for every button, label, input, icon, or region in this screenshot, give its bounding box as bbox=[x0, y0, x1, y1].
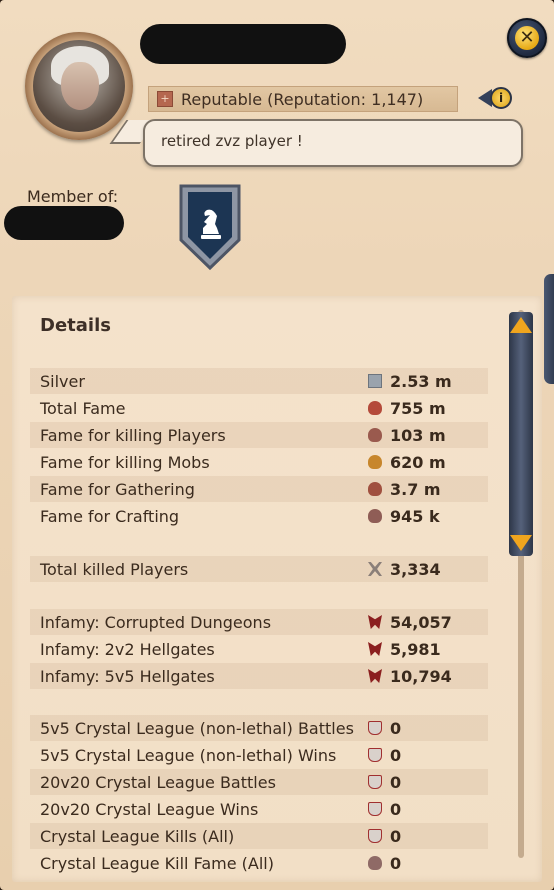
arrow-down-icon bbox=[510, 535, 532, 551]
stat-label: Crystal League Kills (All) bbox=[40, 827, 235, 846]
stat-label: Total killed Players bbox=[40, 560, 189, 579]
panel-edge-ornament bbox=[544, 274, 554, 384]
motto-text: retired zvz player ! bbox=[161, 132, 303, 150]
stat-label: Infamy: 2v2 Hellgates bbox=[40, 640, 215, 659]
guild-shield-icon[interactable] bbox=[177, 180, 243, 272]
stat-value: 0 bbox=[390, 827, 402, 846]
silver-icon bbox=[368, 374, 382, 388]
stat-value: 755 m bbox=[390, 399, 446, 418]
redacted-guild-name bbox=[4, 206, 124, 240]
stat-row-cl20-wins: 20v20 Crystal League Wins 0 bbox=[30, 796, 488, 822]
stat-label: Fame for killing Mobs bbox=[40, 453, 210, 472]
stat-value: 54,057 bbox=[390, 613, 452, 632]
stat-row-cl-kills: Crystal League Kills (All) 0 bbox=[30, 823, 488, 849]
stat-row-cl5-battles: 5v5 Crystal League (non-lethal) Battles … bbox=[30, 715, 488, 741]
infamy-icon bbox=[368, 615, 382, 629]
crystal-league-icon bbox=[368, 721, 382, 735]
stat-value: 3,334 bbox=[390, 560, 441, 579]
pve-fame-icon bbox=[368, 455, 382, 469]
infamy-icon bbox=[368, 669, 382, 683]
close-icon: ✕ bbox=[515, 26, 539, 50]
stat-row-cl20-battles: 20v20 Crystal League Battles 0 bbox=[30, 769, 488, 795]
crystal-fame-icon bbox=[368, 856, 382, 870]
stat-value: 620 m bbox=[390, 453, 446, 472]
pvp-fame-icon bbox=[368, 428, 382, 442]
stat-row-silver: Silver 2.53 m bbox=[30, 368, 488, 394]
scroll-down-button[interactable] bbox=[508, 532, 534, 554]
stat-value: 3.7 m bbox=[390, 480, 441, 499]
stat-label: Fame for killing Players bbox=[40, 426, 226, 445]
details-title: Details bbox=[40, 315, 111, 336]
stat-label: Fame for Crafting bbox=[40, 507, 180, 526]
stat-row-pve-fame: Fame for killing Mobs 620 m bbox=[30, 449, 488, 475]
close-button[interactable]: ✕ bbox=[507, 18, 547, 58]
stat-label: Infamy: 5v5 Hellgates bbox=[40, 667, 215, 686]
stat-value: 2.53 m bbox=[390, 372, 452, 391]
stat-value: 0 bbox=[390, 854, 402, 873]
stat-row-killed-players: Total killed Players 3,334 bbox=[30, 556, 488, 582]
stat-label: Fame for Gathering bbox=[40, 480, 195, 499]
stat-row-total-fame: Total Fame 755 m bbox=[30, 395, 488, 421]
crafting-fame-icon bbox=[368, 509, 382, 523]
stat-row-cl5-wins: 5v5 Crystal League (non-lethal) Wins 0 bbox=[30, 742, 488, 768]
stat-value: 0 bbox=[390, 746, 402, 765]
stat-label: 20v20 Crystal League Wins bbox=[40, 800, 259, 819]
stat-row-infamy-2v2: Infamy: 2v2 Hellgates 5,981 bbox=[30, 636, 488, 662]
stat-row-infamy-dungeons: Infamy: Corrupted Dungeons 54,057 bbox=[30, 609, 488, 635]
crystal-league-icon bbox=[368, 802, 382, 816]
crystal-league-icon bbox=[368, 775, 382, 789]
stat-label: 5v5 Crystal League (non-lethal) Battles bbox=[40, 719, 354, 738]
member-of-label: Member of: bbox=[27, 187, 119, 206]
infamy-icon bbox=[368, 642, 382, 656]
stat-label: Infamy: Corrupted Dungeons bbox=[40, 613, 272, 632]
stat-value: 0 bbox=[390, 773, 402, 792]
avatar-portrait bbox=[33, 40, 125, 132]
reputation-text: Reputable (Reputation: 1,147) bbox=[181, 89, 424, 109]
stat-value: 0 bbox=[390, 719, 402, 738]
reputation-info-button[interactable]: i bbox=[478, 86, 520, 110]
profile-panel: ✕ + Reputable (Reputation: 1,147) i reti… bbox=[0, 0, 554, 890]
gathering-fame-icon bbox=[368, 482, 382, 496]
crossed-swords-icon bbox=[368, 562, 382, 576]
stat-row-infamy-5v5: Infamy: 5v5 Hellgates 10,794 bbox=[30, 663, 488, 689]
stat-value: 0 bbox=[390, 800, 402, 819]
stat-value: 945 k bbox=[390, 507, 440, 526]
scrollbar-thumb[interactable] bbox=[509, 312, 533, 556]
stat-label: 20v20 Crystal League Battles bbox=[40, 773, 276, 792]
reputation-icon: + bbox=[157, 91, 173, 107]
reputation-bar: + Reputable (Reputation: 1,147) bbox=[148, 86, 458, 112]
stat-label: Crystal League Kill Fame (All) bbox=[40, 854, 274, 873]
stat-row-crafting-fame: Fame for Crafting 945 k bbox=[30, 503, 488, 529]
crystal-league-icon bbox=[368, 829, 382, 843]
stat-value: 5,981 bbox=[390, 640, 441, 659]
stat-row-gathering-fame: Fame for Gathering 3.7 m bbox=[30, 476, 488, 502]
avatar[interactable] bbox=[25, 32, 133, 140]
arrow-up-icon bbox=[510, 317, 532, 333]
scroll-up-button[interactable] bbox=[508, 314, 534, 336]
stat-value: 10,794 bbox=[390, 667, 452, 686]
fame-icon bbox=[368, 401, 382, 415]
stat-label: 5v5 Crystal League (non-lethal) Wins bbox=[40, 746, 337, 765]
stat-value: 103 m bbox=[390, 426, 446, 445]
info-icon: i bbox=[490, 87, 512, 109]
stat-label: Silver bbox=[40, 372, 85, 391]
redacted-player-name bbox=[140, 24, 346, 64]
stat-row-pvp-fame: Fame for killing Players 103 m bbox=[30, 422, 488, 448]
stat-label: Total Fame bbox=[40, 399, 126, 418]
avatar-face bbox=[61, 62, 99, 110]
crystal-league-icon bbox=[368, 748, 382, 762]
motto-bubble: retired zvz player ! bbox=[143, 119, 523, 167]
stat-row-cl-kill-fame: Crystal League Kill Fame (All) 0 bbox=[30, 850, 488, 876]
